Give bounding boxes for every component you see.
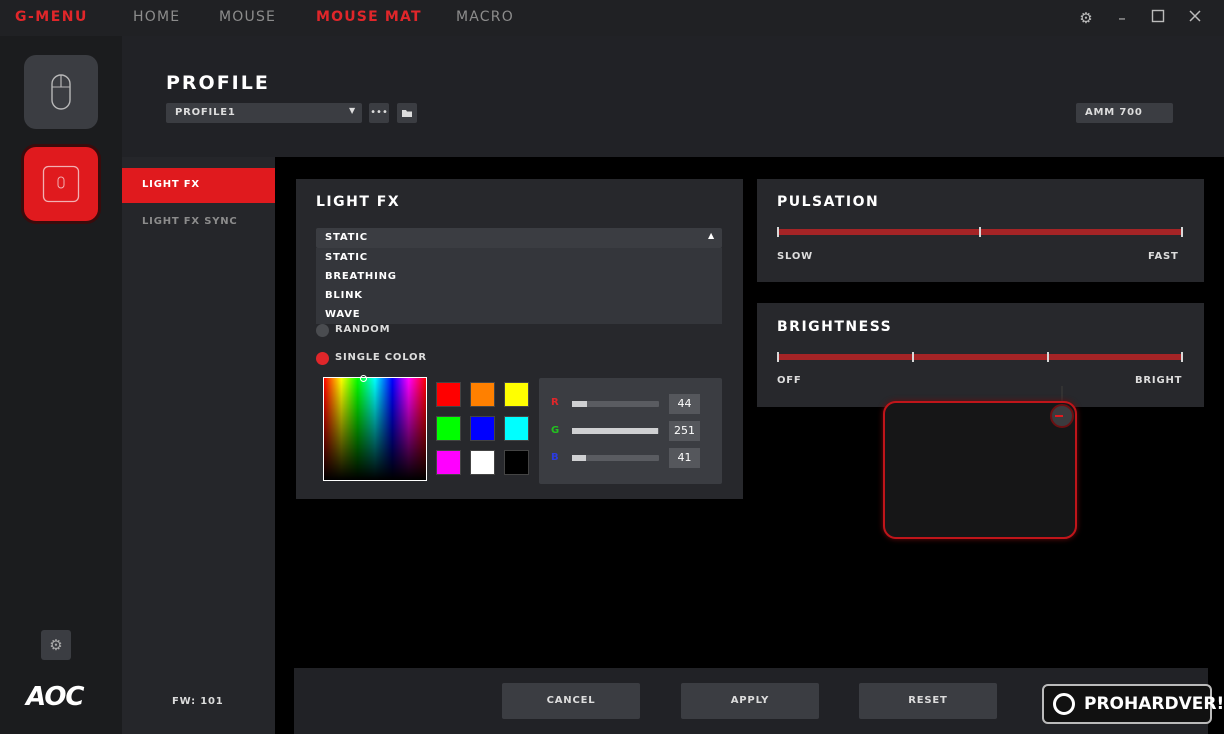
brightness-max-label: BRIGHT (1135, 375, 1183, 386)
gear-icon[interactable]: ⚙ (1077, 9, 1095, 27)
firmware-version: FW: 101 (172, 696, 224, 707)
swatch-blue[interactable] (470, 416, 495, 441)
reset-button[interactable]: RESET (859, 683, 997, 719)
nav-mouse-mat[interactable]: MOUSE MAT (316, 9, 422, 25)
watermark-logo-icon (1053, 693, 1075, 715)
swatch-cyan[interactable] (504, 416, 529, 441)
effect-option-breathing[interactable]: BREATHING (325, 271, 397, 282)
profile-title: PROFILE (166, 72, 270, 94)
device-mouse-button[interactable] (24, 55, 98, 129)
brightness-tick (1047, 352, 1049, 362)
ellipsis-icon: ••• (370, 107, 388, 118)
swatch-white[interactable] (470, 450, 495, 475)
brightness-title: BRIGHTNESS (777, 319, 893, 335)
caret-up-icon: ▲ (708, 231, 715, 240)
nav-mouse[interactable]: MOUSE (219, 9, 276, 25)
brightness-tick (912, 352, 914, 362)
device-model-label: AMM 700 (1076, 103, 1173, 123)
apply-button[interactable]: APPLY (681, 683, 819, 719)
profile-export-button[interactable] (397, 103, 417, 123)
pulsation-tick (777, 227, 779, 237)
brightness-tick-handle[interactable] (1181, 352, 1183, 362)
pulsation-max-label: FAST (1148, 251, 1179, 262)
submenu-item-light-fx[interactable]: LIGHT FX (122, 168, 275, 203)
color-picker-spectrum[interactable] (323, 375, 427, 481)
slider-b-fill (572, 455, 586, 461)
rgb-label-r: R (551, 397, 559, 408)
swatch-red[interactable] (436, 382, 461, 407)
swatch-black[interactable] (504, 450, 529, 475)
rgb-label-b: B (551, 452, 559, 463)
profile-bar (122, 36, 1224, 157)
swatch-yellow[interactable] (504, 382, 529, 407)
effect-dropdown-value: STATIC (325, 232, 368, 243)
profile-select-value: PROFILE1 (175, 107, 236, 118)
effect-option-static[interactable]: STATIC (325, 252, 368, 263)
nav-home[interactable]: HOME (133, 9, 180, 25)
watermark-text: PROHARDVER! (1084, 694, 1224, 714)
slider-g[interactable] (572, 428, 659, 434)
mousepad-icon (42, 165, 80, 203)
effect-dropdown-list: STATIC BREATHING BLINK WAVE (316, 248, 722, 324)
effect-option-blink[interactable]: BLINK (325, 290, 363, 301)
submenu-item-light-fx-sync[interactable]: LIGHT FX SYNC (122, 205, 275, 240)
effect-option-wave[interactable]: WAVE (325, 309, 360, 320)
minimize-icon[interactable]: – (1113, 9, 1131, 27)
caret-down-icon: ▼ (349, 106, 356, 115)
value-g-input[interactable]: 251 (669, 421, 700, 441)
slider-r-fill (572, 401, 587, 407)
slider-g-fill (572, 428, 658, 434)
folder-icon (402, 110, 412, 117)
slider-b[interactable] (572, 455, 659, 461)
mousemat-connector (1050, 404, 1074, 428)
cancel-button[interactable]: CANCEL (502, 683, 640, 719)
slider-r[interactable] (572, 401, 659, 407)
device-settings-gear-icon[interactable]: ⚙ (41, 630, 71, 660)
app-brand: G-MENU (15, 9, 88, 25)
device-mousemat-button[interactable] (24, 147, 98, 221)
mousemat-preview (883, 401, 1077, 539)
light-fx-title: LIGHT FX (316, 194, 401, 210)
nav-macro[interactable]: MACRO (456, 9, 514, 25)
value-b-input[interactable]: 41 (669, 448, 700, 468)
watermark: PROHARDVER! (1042, 684, 1224, 724)
mouse-icon (51, 74, 71, 110)
single-color-label: SINGLE COLOR (335, 352, 427, 363)
swatch-magenta[interactable] (436, 450, 461, 475)
rgb-label-g: G (551, 425, 560, 436)
profile-more-button[interactable]: ••• (369, 103, 389, 123)
random-color-label: RANDOM (335, 324, 391, 335)
connector-led (1055, 415, 1063, 417)
profile-select[interactable]: PROFILE1 ▼ (166, 103, 362, 123)
pulsation-tick-handle[interactable] (979, 227, 981, 237)
color-picker-handle[interactable] (360, 375, 367, 382)
top-bar: G-MENU HOME MOUSE MOUSE MAT MACRO ⚙ – (0, 0, 1224, 36)
swatch-green[interactable] (436, 416, 461, 441)
pulsation-slider[interactable] (777, 227, 1183, 237)
single-color-radio[interactable] (316, 352, 329, 365)
aoc-logo: AOC (26, 682, 85, 712)
brightness-min-label: OFF (777, 375, 802, 386)
pulsation-min-label: SLOW (777, 251, 813, 262)
close-icon[interactable] (1186, 9, 1204, 27)
pulsation-tick (1181, 227, 1183, 237)
feature-submenu: LIGHT FX LIGHT FX SYNC (122, 157, 275, 734)
brightness-slider[interactable] (777, 352, 1183, 362)
effect-dropdown[interactable]: STATIC ▲ (316, 228, 722, 248)
brightness-tick (777, 352, 779, 362)
random-color-radio[interactable] (316, 324, 329, 337)
value-r-input[interactable]: 44 (669, 394, 700, 414)
maximize-icon[interactable] (1149, 9, 1167, 27)
pulsation-title: PULSATION (777, 194, 880, 210)
swatch-orange[interactable] (470, 382, 495, 407)
